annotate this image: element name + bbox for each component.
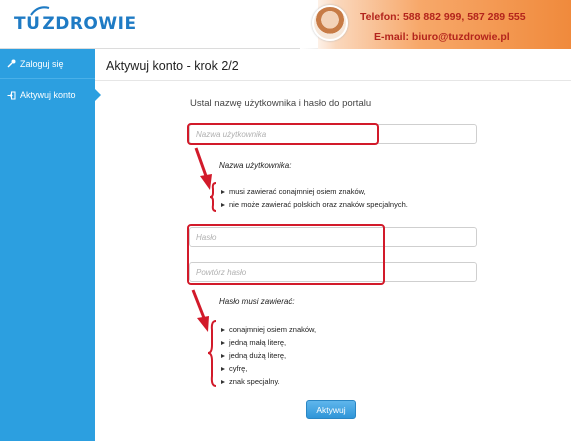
activate-button[interactable]: Aktywuj [306,400,356,419]
annotation-overlay [191,147,217,387]
brace-icon [207,182,217,387]
annotation-arrow-icon [191,147,212,332]
